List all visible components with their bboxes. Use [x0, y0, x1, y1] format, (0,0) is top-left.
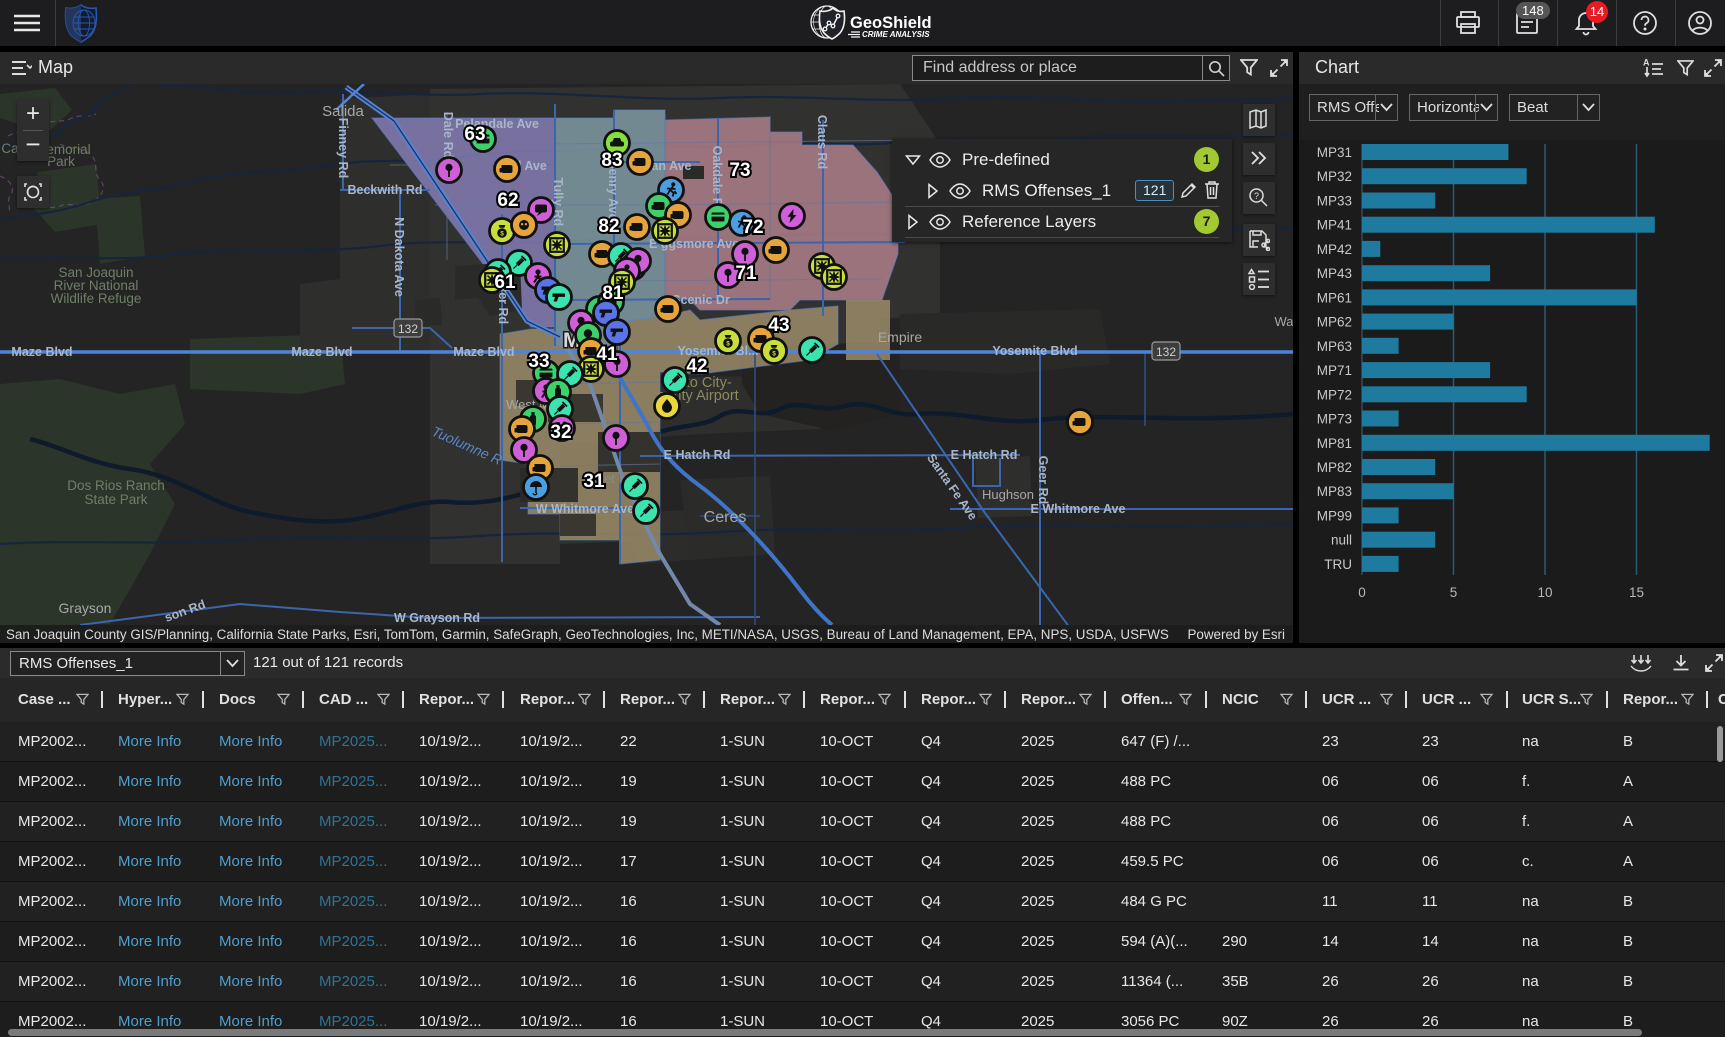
svg-text:E Hatch Rd: E Hatch Rd [664, 448, 731, 462]
svg-text:MP43: MP43 [1317, 266, 1352, 281]
svg-text:MP72: MP72 [1317, 387, 1352, 402]
svg-text:73: 73 [729, 160, 750, 181]
svg-text:Salida: Salida [322, 103, 364, 120]
svg-text:MP41: MP41 [1317, 218, 1352, 233]
svg-text:MP61: MP61 [1317, 290, 1352, 305]
svg-text:Dale Rd: Dale Rd [441, 112, 455, 159]
svg-text:82: 82 [598, 216, 619, 237]
svg-text:Claus Rd: Claus Rd [815, 115, 829, 169]
svg-text:W Whitmore Ave: W Whitmore Ave [536, 502, 634, 516]
svg-text:33: 33 [528, 351, 549, 372]
svg-text:62: 62 [497, 190, 518, 211]
svg-text:MP62: MP62 [1317, 315, 1352, 330]
svg-text:Park: Park [47, 154, 75, 169]
svg-text:Wa: Wa [1274, 314, 1293, 329]
svg-text:81: 81 [602, 283, 624, 304]
svg-text:?: ? [1254, 191, 1259, 201]
svg-text:Beckwith Rd: Beckwith Rd [347, 183, 422, 197]
svg-text:Maze Blvd: Maze Blvd [291, 345, 352, 359]
svg-text:Wildlife Refuge: Wildlife Refuge [51, 291, 142, 306]
svg-text:MP31: MP31 [1317, 145, 1352, 160]
svg-text:Tully Rd: Tully Rd [551, 178, 565, 226]
svg-text:Ceres: Ceres [704, 509, 747, 526]
svg-text:61: 61 [494, 272, 516, 293]
svg-text:72: 72 [742, 217, 763, 238]
svg-text:MP82: MP82 [1317, 460, 1352, 475]
svg-text:MP33: MP33 [1317, 194, 1352, 209]
svg-text:Dos Rios Ranch: Dos Rios Ranch [67, 478, 165, 493]
svg-text:63: 63 [464, 124, 485, 145]
svg-text:TRU: TRU [1324, 557, 1352, 572]
svg-text:MP81: MP81 [1317, 436, 1352, 451]
svg-text:Grayson: Grayson [59, 600, 112, 616]
svg-text:43: 43 [768, 315, 789, 336]
svg-text:W Grayson Rd: W Grayson Rd [394, 611, 480, 625]
svg-text:E Hatch Rd: E Hatch Rd [951, 448, 1018, 462]
svg-text:32: 32 [550, 422, 571, 443]
svg-text:Hughson: Hughson [982, 487, 1034, 502]
svg-text:5: 5 [1450, 585, 1458, 600]
svg-text:MP99: MP99 [1317, 508, 1352, 523]
svg-text:MP32: MP32 [1317, 169, 1352, 184]
svg-text:Empire: Empire [878, 329, 923, 345]
svg-text:MP83: MP83 [1317, 484, 1352, 499]
svg-text:Geer Rd: Geer Rd [1036, 456, 1050, 505]
svg-text:10: 10 [1537, 585, 1552, 600]
svg-text:State Park: State Park [84, 492, 147, 507]
svg-text:83: 83 [601, 150, 622, 171]
svg-text:CRIME ANALYSIS: CRIME ANALYSIS [862, 30, 930, 39]
svg-text:Finney Rd: Finney Rd [336, 118, 350, 178]
svg-text:15: 15 [1629, 585, 1644, 600]
svg-text:Maze Blvd: Maze Blvd [453, 345, 514, 359]
svg-text:41: 41 [596, 344, 618, 365]
svg-text:132: 132 [1156, 345, 1176, 359]
svg-text:Yosemite Blvd: Yosemite Blvd [992, 344, 1077, 358]
svg-text:MP42: MP42 [1317, 242, 1352, 257]
svg-text:MP71: MP71 [1317, 363, 1352, 378]
svg-text:132: 132 [398, 322, 418, 336]
svg-text:MP63: MP63 [1317, 339, 1352, 354]
svg-text:A: A [1643, 59, 1650, 68]
svg-text:null: null [1331, 533, 1352, 548]
svg-text:Maze Blvd: Maze Blvd [11, 345, 72, 359]
svg-text:71: 71 [735, 263, 757, 284]
svg-text:31: 31 [583, 471, 605, 492]
svg-text:N Dakota Ave: N Dakota Ave [392, 217, 406, 297]
svg-text:0: 0 [1358, 585, 1366, 600]
svg-text:MP73: MP73 [1317, 412, 1352, 427]
svg-text:42: 42 [686, 356, 707, 377]
